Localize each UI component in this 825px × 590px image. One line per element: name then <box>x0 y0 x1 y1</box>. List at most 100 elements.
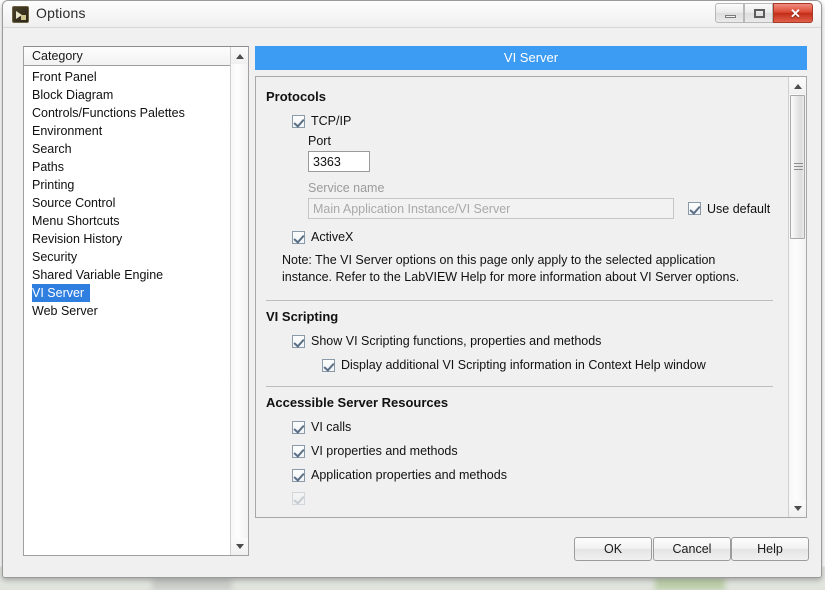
category-item-label: Web Server <box>32 304 98 318</box>
tcpip-checkbox[interactable] <box>292 114 305 128</box>
display-additional-info-row[interactable]: Display additional VI Scripting informat… <box>266 358 787 372</box>
category-item-label: Block Diagram <box>32 88 114 102</box>
category-item-label: Search <box>32 142 72 156</box>
activex-checkbox[interactable] <box>292 230 305 244</box>
ok-button[interactable]: OK <box>574 537 652 561</box>
clipped-checkbox-row[interactable] <box>266 492 787 505</box>
section-divider <box>266 300 773 301</box>
category-scrollbar-track[interactable] <box>231 64 248 538</box>
settings-scrollbar-thumb[interactable] <box>790 95 805 239</box>
application-properties-checkbox[interactable] <box>292 468 305 482</box>
category-item[interactable]: Security <box>24 248 231 266</box>
category-item[interactable]: Source Control <box>24 194 231 212</box>
vi-calls-label: VI calls <box>311 420 352 434</box>
vi-properties-row[interactable]: VI properties and methods <box>266 444 787 458</box>
category-item-selected[interactable]: VI Server <box>32 284 91 302</box>
minimize-icon <box>725 15 736 18</box>
category-item-label: Revision History <box>32 232 123 246</box>
section-heading-accessible-server-resources: Accessible Server Resources <box>266 395 449 410</box>
desktop-taskbar-blob <box>152 578 232 590</box>
chevron-up-icon <box>793 83 802 89</box>
use-default-label: Use default <box>707 201 771 216</box>
service-name-input <box>308 198 674 219</box>
show-vi-scripting-checkbox[interactable] <box>292 334 305 348</box>
category-item-label: Environment <box>32 124 103 138</box>
page-title: VI Server <box>255 46 807 70</box>
category-header: Category <box>24 47 231 66</box>
application-properties-label: Application properties and methods <box>311 468 507 482</box>
cancel-button[interactable]: Cancel <box>653 537 731 561</box>
section-divider <box>266 386 773 387</box>
settings-content-frame: Protocols TCP/IP Port Service name <box>255 76 807 518</box>
show-vi-scripting-label: Show VI Scripting functions, properties … <box>311 334 602 348</box>
category-panel: Category Front Panel Block Diagram Control… <box>23 46 249 556</box>
use-default-checkbox-row[interactable]: Use default <box>688 202 770 216</box>
vi-properties-label: VI properties and methods <box>311 444 458 458</box>
category-item[interactable]: Environment <box>24 122 231 140</box>
settings-pane: VI Server Protocols TCP/IP Port Service <box>255 46 807 556</box>
section-heading-protocols: Protocols <box>266 89 326 104</box>
category-item-label: Paths <box>32 160 64 174</box>
category-item[interactable]: Controls/Functions Palettes <box>24 104 231 122</box>
category-item[interactable]: Paths <box>24 158 231 176</box>
vi-calls-row[interactable]: VI calls <box>266 420 787 434</box>
application-properties-row[interactable]: Application properties and methods <box>266 468 787 482</box>
dialog-body: Category Front Panel Block Diagram Control… <box>3 28 821 577</box>
maximize-button[interactable] <box>744 3 773 23</box>
settings-scroll-area: Protocols TCP/IP Port Service name <box>256 77 787 517</box>
display-additional-info-label: Display additional VI Scripting informat… <box>341 358 706 372</box>
category-item-label: Printing <box>32 178 75 192</box>
category-item-label: Menu Shortcuts <box>32 214 120 228</box>
chevron-up-icon <box>235 53 244 59</box>
category-item[interactable]: Front Panel <box>24 68 231 86</box>
category-item-label: Front Panel <box>32 70 97 84</box>
category-scrollbar[interactable] <box>230 47 248 555</box>
service-name-label: Service name <box>308 181 385 195</box>
service-name-field-group: Service name Use default <box>266 181 787 219</box>
title-bar[interactable]: Options ✕ <box>3 1 821 28</box>
category-item[interactable]: Search <box>24 140 231 158</box>
category-item[interactable]: Shared Variable Engine <box>24 266 231 284</box>
vi-properties-checkbox[interactable] <box>292 444 305 458</box>
minimize-button[interactable] <box>715 3 744 23</box>
vi-server-note: Note: The VI Server options on this page… <box>282 253 740 284</box>
settings-scroll-down-button[interactable] <box>789 500 806 517</box>
dialog-footer: OK Cancel Help <box>3 527 821 577</box>
port-input[interactable] <box>308 151 370 172</box>
clipped-checkbox[interactable] <box>292 492 305 505</box>
category-item[interactable]: VI Server <box>24 284 231 302</box>
vi-calls-checkbox[interactable] <box>292 420 305 434</box>
settings-scroll-up-button[interactable] <box>789 77 806 94</box>
tcpip-checkbox-row[interactable]: TCP/IP <box>266 114 787 128</box>
category-item-label: Shared Variable Engine <box>32 268 164 282</box>
category-item-label: Controls/Functions Palettes <box>32 106 185 120</box>
show-vi-scripting-row[interactable]: Show VI Scripting functions, properties … <box>266 334 787 348</box>
settings-scrollbar[interactable] <box>788 77 806 517</box>
close-icon: ✕ <box>790 6 801 21</box>
port-field-group: Port <box>266 134 787 172</box>
display-additional-info-checkbox[interactable] <box>322 358 335 372</box>
close-button[interactable]: ✕ <box>773 3 813 23</box>
category-item[interactable]: Web Server <box>24 302 231 320</box>
category-item-label: Security <box>32 250 78 264</box>
category-item[interactable]: Printing <box>24 176 231 194</box>
restore-icon <box>754 9 765 18</box>
category-item[interactable]: Menu Shortcuts <box>24 212 231 230</box>
category-item[interactable]: Revision History <box>24 230 231 248</box>
tcpip-label: TCP/IP <box>311 114 352 128</box>
category-item[interactable]: Block Diagram <box>24 86 231 104</box>
section-heading-vi-scripting: VI Scripting <box>266 309 339 324</box>
activex-checkbox-row[interactable]: ActiveX <box>266 230 787 244</box>
help-button[interactable]: Help <box>731 537 809 561</box>
labview-app-icon <box>12 6 29 23</box>
options-dialog-window: Options ✕ Category Front Panel Block Diag… <box>2 0 822 578</box>
desktop-taskbar-blob <box>655 578 725 590</box>
category-scroll-up-button[interactable] <box>231 47 248 64</box>
scrollbar-grip-icon <box>794 163 803 171</box>
port-label: Port <box>308 134 331 148</box>
category-item-label: Source Control <box>32 196 116 210</box>
use-default-checkbox[interactable] <box>688 202 701 215</box>
category-list[interactable]: Front Panel Block Diagram Controls/Functio… <box>24 67 231 555</box>
activex-label: ActiveX <box>311 230 354 244</box>
chevron-down-icon <box>793 505 802 511</box>
